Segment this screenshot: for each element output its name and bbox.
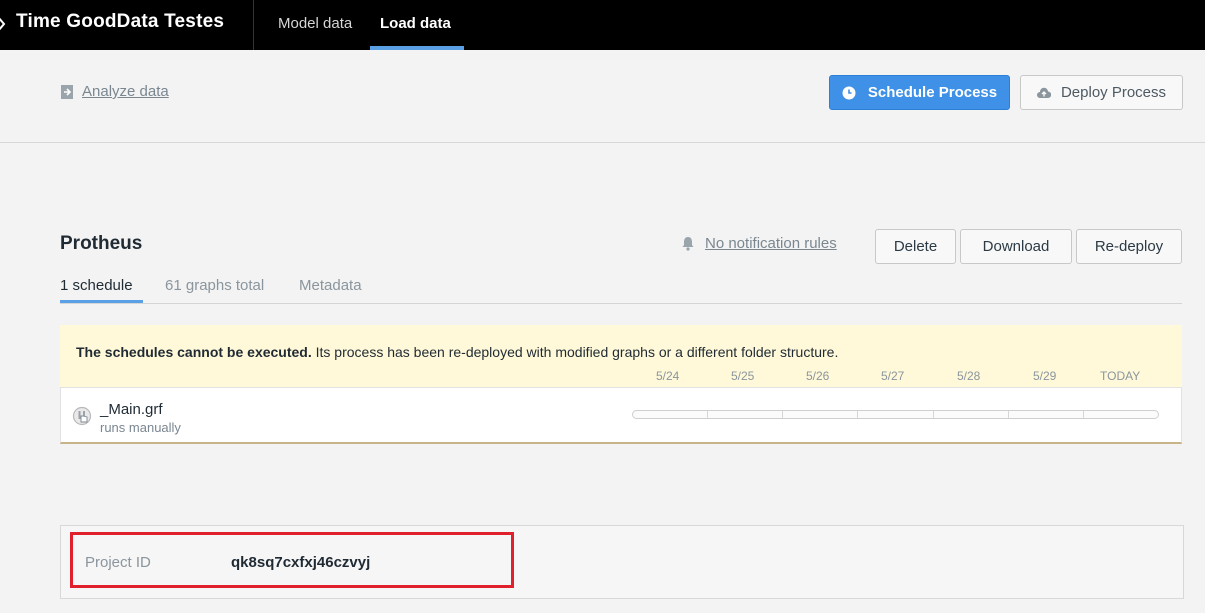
timeline-segment: [783, 411, 859, 418]
tab-graphs[interactable]: 61 graphs total: [165, 277, 264, 294]
bell-icon: [682, 237, 694, 251]
notification-rules-link[interactable]: No notification rules: [681, 235, 837, 252]
nav-model-data[interactable]: Model data: [278, 15, 352, 32]
timeline-segment: [633, 411, 709, 418]
clock-icon: [842, 86, 856, 99]
timeline-date: 5/28: [957, 369, 981, 383]
warning-bold-text: The schedules cannot be executed.: [76, 344, 312, 360]
enter-icon: [61, 84, 73, 99]
download-button[interactable]: Download: [960, 229, 1072, 264]
analyze-data-link[interactable]: Analyze data: [60, 83, 169, 100]
tab-schedules[interactable]: 1 schedule: [60, 277, 133, 294]
timeline-segment: [858, 411, 934, 418]
timeline-date: 5/29: [1033, 369, 1057, 383]
process-name: Protheus: [60, 233, 143, 254]
cloud-upload-icon: [1037, 87, 1051, 98]
schedule-process-label: Schedule Process: [867, 84, 998, 101]
timeline-segment: [708, 411, 784, 418]
timeline-date: 5/26: [806, 369, 830, 383]
timeline-segment: [1009, 411, 1084, 418]
analyze-data-label: Analyze data: [82, 83, 169, 100]
timeline-segment: [934, 411, 1009, 418]
schedule-name[interactable]: _Main.grf: [100, 401, 163, 418]
schedule-timeline: [632, 410, 1159, 419]
timeline-date: 5/27: [881, 369, 905, 383]
top-navigation-bar: Time GoodData Testes Model data Load dat…: [0, 0, 1205, 50]
chevron-right-icon[interactable]: [0, 15, 6, 33]
active-tab-indicator: [60, 300, 143, 303]
warning-message: The schedules cannot be executed. Its pr…: [76, 344, 838, 360]
notification-rules-label: No notification rules: [705, 235, 837, 252]
page-header: Analyze data Schedule Process Deploy Pro…: [0, 50, 1205, 143]
tab-metadata[interactable]: Metadata: [299, 277, 362, 294]
manual-run-icon: [72, 406, 92, 426]
deploy-process-button[interactable]: Deploy Process: [1020, 75, 1183, 110]
highlight-box: [70, 532, 514, 588]
nav-load-data[interactable]: Load data: [380, 15, 451, 32]
warning-banner: The schedules cannot be executed. Its pr…: [60, 325, 1182, 387]
delete-button[interactable]: Delete: [875, 229, 956, 264]
divider: [253, 0, 254, 50]
timeline-date-today: TODAY: [1100, 369, 1141, 383]
warning-text: Its process has been re-deployed with mo…: [311, 344, 839, 360]
process-tabs: 1 schedule 61 graphs total Metadata: [60, 277, 1182, 304]
redeploy-button[interactable]: Re-deploy: [1076, 229, 1182, 264]
schedule-process-button[interactable]: Schedule Process: [829, 75, 1010, 110]
schedule-subtitle: runs manually: [100, 420, 181, 435]
deploy-process-label: Deploy Process: [1060, 84, 1167, 101]
schedule-row[interactable]: _Main.grf runs manually: [60, 387, 1182, 444]
timeline-segment: [1084, 411, 1158, 418]
project-title[interactable]: Time GoodData Testes: [16, 11, 224, 33]
timeline-date: 5/24: [656, 369, 680, 383]
timeline-date: 5/25: [731, 369, 755, 383]
